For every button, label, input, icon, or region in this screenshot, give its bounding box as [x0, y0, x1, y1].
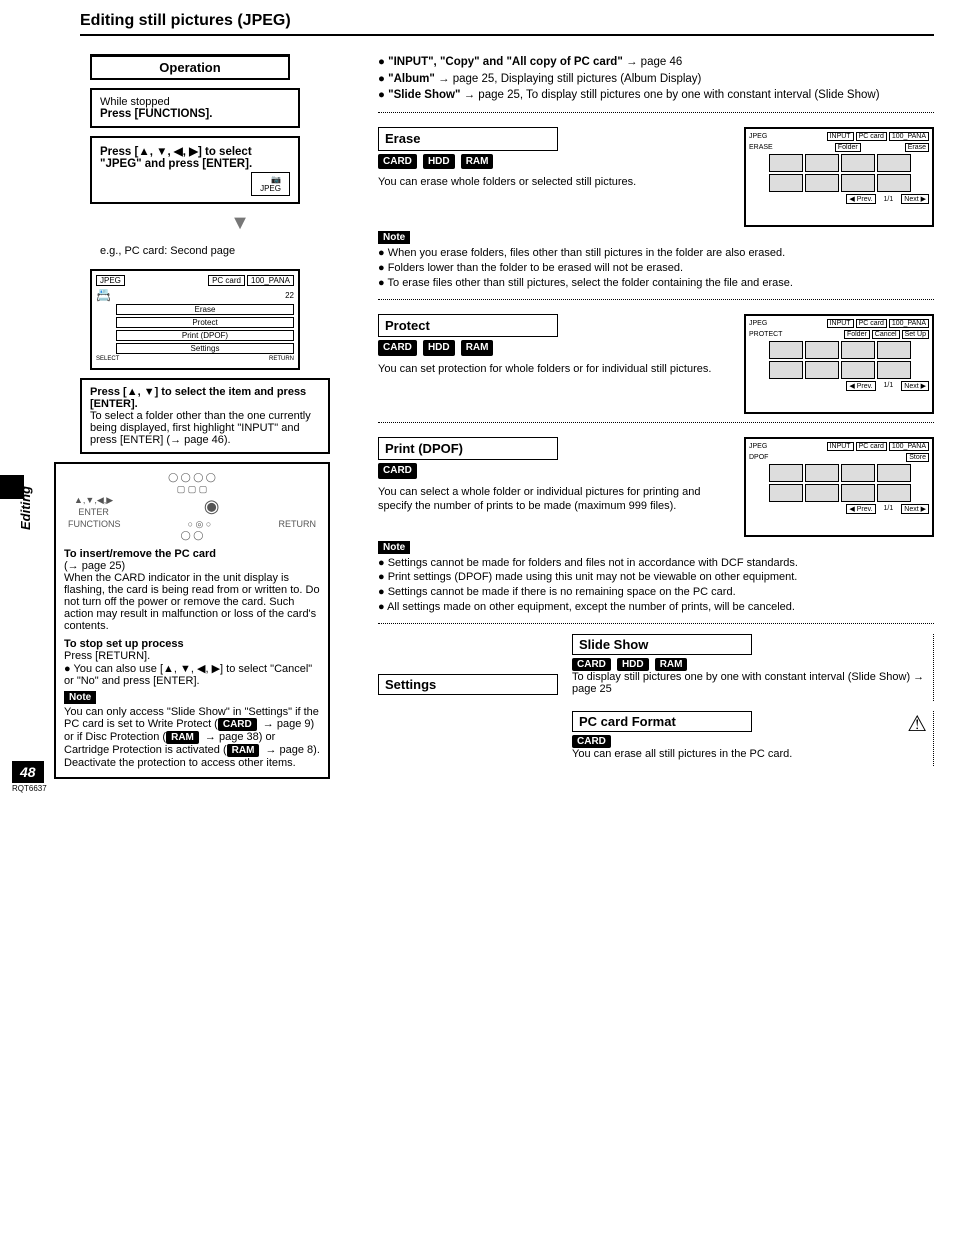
step-2-action: Press [▲, ▼, ◀, ▶] to select "JPEG" and … [100, 146, 252, 170]
remote-control-diagram: ◯ ◯ ◯ ◯ ▢ ▢ ▢ ▲,▼,◀,▶ENTER ◉ FUNCTIONS ○… [64, 472, 320, 542]
insert-remove-heading: To insert/remove the PC card [64, 548, 320, 560]
screen-pccard-tag: PC card [208, 275, 245, 286]
hdd-badge: HDD [423, 340, 455, 356]
print-header: Print (DPOF) [378, 437, 558, 461]
jpeg-menu-screen: JPEG PC card 100_PANA 📇22 Erase Protect … [90, 269, 300, 370]
erase-screen: JPEGINPUTPC card100_PANA ERASEFolderEras… [744, 127, 934, 227]
screen-jpeg-tag: JPEG [96, 275, 125, 286]
erase-note-badge: Note [378, 231, 410, 244]
erase-header: Erase [378, 127, 558, 151]
print-note-badge: Note [378, 541, 410, 554]
remote-functions-label: FUNCTIONS [68, 519, 121, 531]
warning-icon: ⚠ [907, 711, 927, 737]
protect-body: You can set protection for whole folders… [378, 362, 734, 377]
ram-badge: RAM [655, 658, 688, 671]
page-title: Editing still pictures (JPEG) [80, 12, 934, 36]
ram-badge-inline: RAM [166, 731, 199, 744]
doc-code: RQT6637 [12, 784, 47, 793]
step-1-precondition: While stopped [100, 96, 290, 108]
stop-process-line1: Press [RETURN]. [64, 650, 320, 662]
remote-enter-label: ENTER [78, 507, 109, 517]
erase-section: Erase CARD HDD RAM You can erase whole f… [378, 123, 934, 300]
screen-select-label: SELECT [96, 356, 119, 362]
ram-badge-inline-2: RAM [227, 744, 260, 757]
down-arrow-icon: ▼ [150, 212, 330, 235]
screen-erase-button: Erase [116, 304, 294, 315]
card-badge: CARD [378, 463, 417, 479]
note-badge: Note [64, 691, 96, 704]
example-caption: e.g., PC card: Second page [100, 245, 330, 257]
slideshow-header: Slide Show [572, 634, 752, 655]
card-badge: CARD [378, 340, 417, 356]
protect-screen: JPEGINPUTPC card100_PANA PROTECTFolderCa… [744, 314, 934, 414]
settings-header: Settings [378, 674, 558, 695]
protect-section: Protect CARD HDD RAM You can set protect… [378, 310, 934, 423]
step-1-action: Press [FUNCTIONS]. [100, 108, 290, 120]
jpeg-tile-icon: 📷JPEG [251, 172, 290, 196]
pcformat-header: PC card Format [572, 711, 752, 732]
slideshow-section: Slide Show CARD HDD RAM To display still… [572, 634, 934, 701]
instructions-box: ◯ ◯ ◯ ◯ ▢ ▢ ▢ ▲,▼,◀,▶ENTER ◉ FUNCTIONS ○… [54, 462, 330, 779]
settings-row: Settings Slide Show CARD HDD RAM To disp… [378, 634, 934, 766]
step-3-heading: Press [▲, ▼] to select the item and pres… [90, 386, 320, 410]
step-3-box: Press [▲, ▼] to select the item and pres… [80, 378, 330, 454]
card-badge: CARD [378, 154, 417, 170]
note-body: You can only access "Slide Show" in "Set… [64, 706, 320, 769]
screen-settings-button: Settings [116, 343, 294, 354]
screen-return-label: RETURN [269, 356, 294, 362]
card-badge: CARD [572, 735, 611, 748]
screen-folder-tag: 100_PANA [247, 275, 294, 286]
right-column: "INPUT", "Copy" and "All copy of PC card… [348, 54, 934, 779]
screen-count: 22 [285, 291, 294, 300]
erase-body: You can erase whole folders or selected … [378, 175, 734, 190]
print-body: You can select a whole folder or individ… [378, 485, 734, 515]
hdd-badge: HDD [423, 154, 455, 170]
insert-remove-body: When the CARD indicator in the unit disp… [64, 572, 320, 632]
screen-protect-button: Protect [116, 317, 294, 328]
protect-header: Protect [378, 314, 558, 338]
remote-dirs-label: ▲,▼,◀,▶ [74, 495, 113, 505]
pcformat-body: You can erase all still pictures in the … [572, 748, 901, 760]
print-notes: Settings cannot be made for folders and … [378, 556, 934, 615]
slideshow-body: To display still pictures one by one wit… [572, 671, 927, 695]
hdd-badge: HDD [617, 658, 649, 671]
stop-process-heading: To stop set up process [64, 638, 320, 650]
card-badge-inline: CARD [218, 718, 257, 731]
ram-badge: RAM [461, 154, 494, 170]
ram-badge: RAM [461, 340, 494, 356]
page-number-area: 48 RQT6637 [12, 761, 47, 793]
print-section: Print (DPOF) CARD You can select a whole… [378, 433, 934, 624]
pcformat-section: PC card Format CARD You can erase all st… [572, 711, 934, 766]
step-3-body: To select a folder other than the one cu… [90, 410, 320, 446]
screen-print-button: Print (DPOF) [116, 330, 294, 341]
insert-remove-ref: (→ page 25) [64, 560, 320, 572]
remote-return-label: RETURN [278, 519, 316, 531]
card-icon: 📇 [96, 288, 111, 302]
step-2-box: Press [▲, ▼, ◀, ▶] to select "JPEG" and … [90, 136, 300, 204]
step-1-box: While stopped Press [FUNCTIONS]. [90, 88, 300, 128]
left-column: Operation While stopped Press [FUNCTIONS… [50, 54, 330, 779]
page-number: 48 [12, 761, 44, 783]
card-badge: CARD [572, 658, 611, 671]
operation-header: Operation [90, 54, 290, 80]
top-reference-bullets: "INPUT", "Copy" and "All copy of PC card… [378, 54, 934, 113]
erase-notes: When you erase folders, files other than… [378, 246, 934, 291]
side-section-label: Editing [18, 486, 33, 530]
print-screen: JPEGINPUTPC card100_PANA DPOFStore ◀ Pre… [744, 437, 934, 537]
stop-process-line2: ● You can also use [▲, ▼, ◀, ▶] to selec… [64, 662, 320, 687]
